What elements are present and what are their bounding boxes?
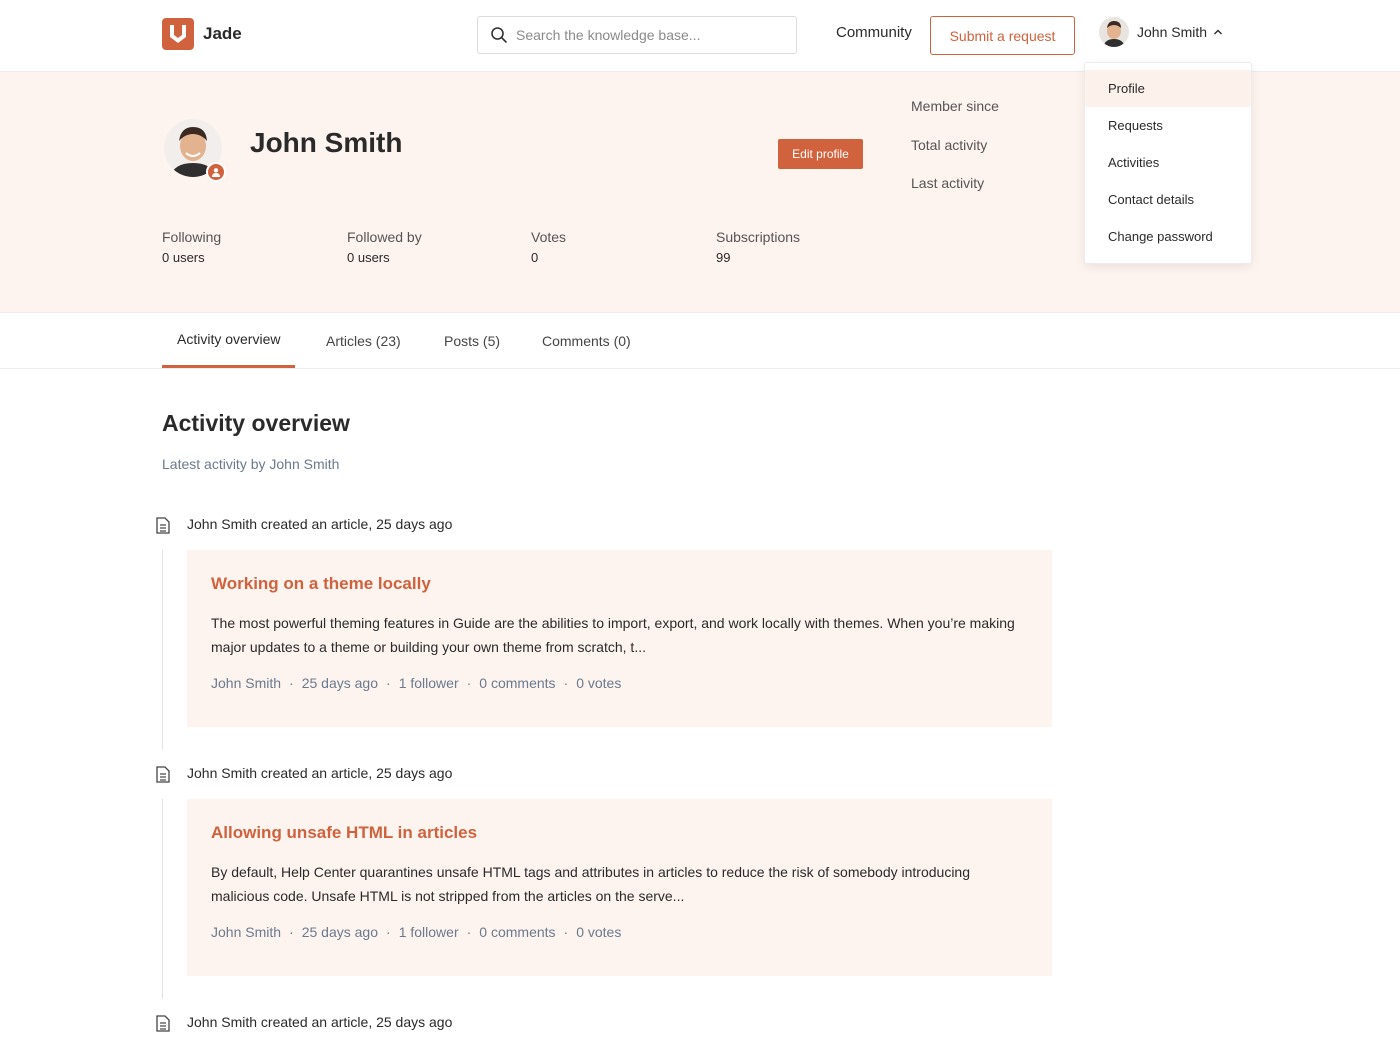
edit-profile-button[interactable]: Edit profile [778, 139, 863, 169]
activity-header: John Smith created an article, 25 days a… [187, 765, 453, 781]
last-activity-label: Last activity [911, 175, 985, 191]
article-votes: 0 votes [576, 924, 622, 940]
menu-item-contact-details[interactable]: Contact details [1085, 181, 1251, 218]
meta-separator: · [563, 675, 569, 691]
tab-comments[interactable]: Comments (0) [542, 313, 631, 368]
article-votes: 0 votes [576, 675, 622, 691]
total-activity-label: Total activity [911, 137, 988, 153]
stat-value: 99 [716, 250, 731, 265]
meta-separator: · [386, 924, 391, 940]
user-badge-icon [206, 162, 226, 182]
brand-name: Jade [203, 24, 242, 43]
article-title-link[interactable]: Working on a theme locally [211, 574, 1028, 594]
meta-separator: · [466, 675, 472, 691]
stat-following[interactable]: Following 0 users [162, 229, 221, 265]
search-input[interactable] [516, 27, 786, 43]
activity-card: Working on a theme locally The most powe… [187, 550, 1052, 727]
activity-card: Allowing unsafe HTML in articles By defa… [187, 799, 1052, 976]
tab-articles[interactable]: Articles (23) [326, 313, 401, 368]
community-link[interactable]: Community [836, 24, 912, 41]
stat-label: Following [162, 229, 222, 245]
menu-item-requests[interactable]: Requests [1085, 107, 1251, 144]
meta-separator: · [289, 924, 294, 940]
document-icon [156, 766, 170, 783]
tab-posts[interactable]: Posts (5) [444, 313, 500, 368]
article-author[interactable]: John Smith [211, 675, 281, 691]
meta-separator: · [289, 675, 294, 691]
article-meta: John Smith · 25 days ago · 1 follower · … [211, 924, 1028, 940]
stat-subscriptions[interactable]: Subscriptions 99 [716, 229, 800, 265]
stat-label: Followed by [347, 229, 422, 245]
article-meta: John Smith · 25 days ago · 1 follower · … [211, 675, 1028, 691]
member-since-label: Member since [911, 98, 999, 114]
article-followers: 1 follower [398, 924, 459, 940]
tab-activity-overview[interactable]: Activity overview [162, 313, 296, 368]
stat-label: Votes [531, 229, 567, 245]
avatar [1099, 17, 1129, 47]
stat-value: 0 [531, 250, 539, 265]
search-icon [491, 27, 507, 43]
chevron-up-icon [1214, 29, 1223, 35]
article-title-link[interactable]: Allowing unsafe HTML in articles [211, 823, 1028, 843]
meta-separator: · [386, 675, 391, 691]
brand-logo[interactable]: Jade [162, 18, 242, 50]
article-excerpt: The most powerful theming features in Gu… [211, 615, 1015, 655]
article-author[interactable]: John Smith [211, 924, 281, 940]
search-box[interactable] [477, 16, 797, 54]
article-comments: 0 comments [479, 924, 556, 940]
activity-header: John Smith created an article, 25 days a… [187, 516, 453, 532]
profile-tabs: Activity overview Articles (23) Posts (5… [0, 313, 1400, 369]
user-menu-toggle[interactable]: John Smith [1099, 17, 1223, 47]
menu-item-change-password[interactable]: Change password [1085, 218, 1251, 255]
stat-value: 0 users [162, 250, 205, 265]
activity-timeline-line [162, 550, 163, 750]
profile-name: John Smith [250, 127, 403, 158]
section-title: Activity overview [162, 410, 350, 436]
meta-separator: · [563, 924, 569, 940]
stat-value: 0 users [347, 250, 390, 265]
activity-timeline-line [162, 799, 163, 999]
submit-request-button[interactable]: Submit a request [930, 16, 1075, 55]
logo-icon [162, 18, 194, 50]
meta-separator: · [466, 924, 472, 940]
document-icon [156, 517, 170, 534]
menu-item-profile[interactable]: Profile [1085, 70, 1251, 107]
article-excerpt: By default, Help Center quarantines unsa… [211, 864, 971, 904]
stat-followed-by[interactable]: Followed by 0 users [347, 229, 422, 265]
section-subtitle: Latest activity by John Smith [162, 456, 340, 472]
document-icon [156, 1015, 170, 1032]
stat-votes: Votes 0 [531, 229, 566, 265]
article-comments: 0 comments [479, 675, 556, 691]
user-dropdown-menu: Profile Requests Activities Contact deta… [1084, 62, 1252, 264]
activity-header: John Smith created an article, 25 days a… [187, 1014, 453, 1030]
stat-label: Subscriptions [716, 229, 801, 245]
menu-item-activities[interactable]: Activities [1085, 144, 1251, 181]
user-name: John Smith [1137, 24, 1208, 40]
article-time: 25 days ago [301, 675, 379, 691]
article-time: 25 days ago [301, 924, 379, 940]
article-followers: 1 follower [398, 675, 459, 691]
